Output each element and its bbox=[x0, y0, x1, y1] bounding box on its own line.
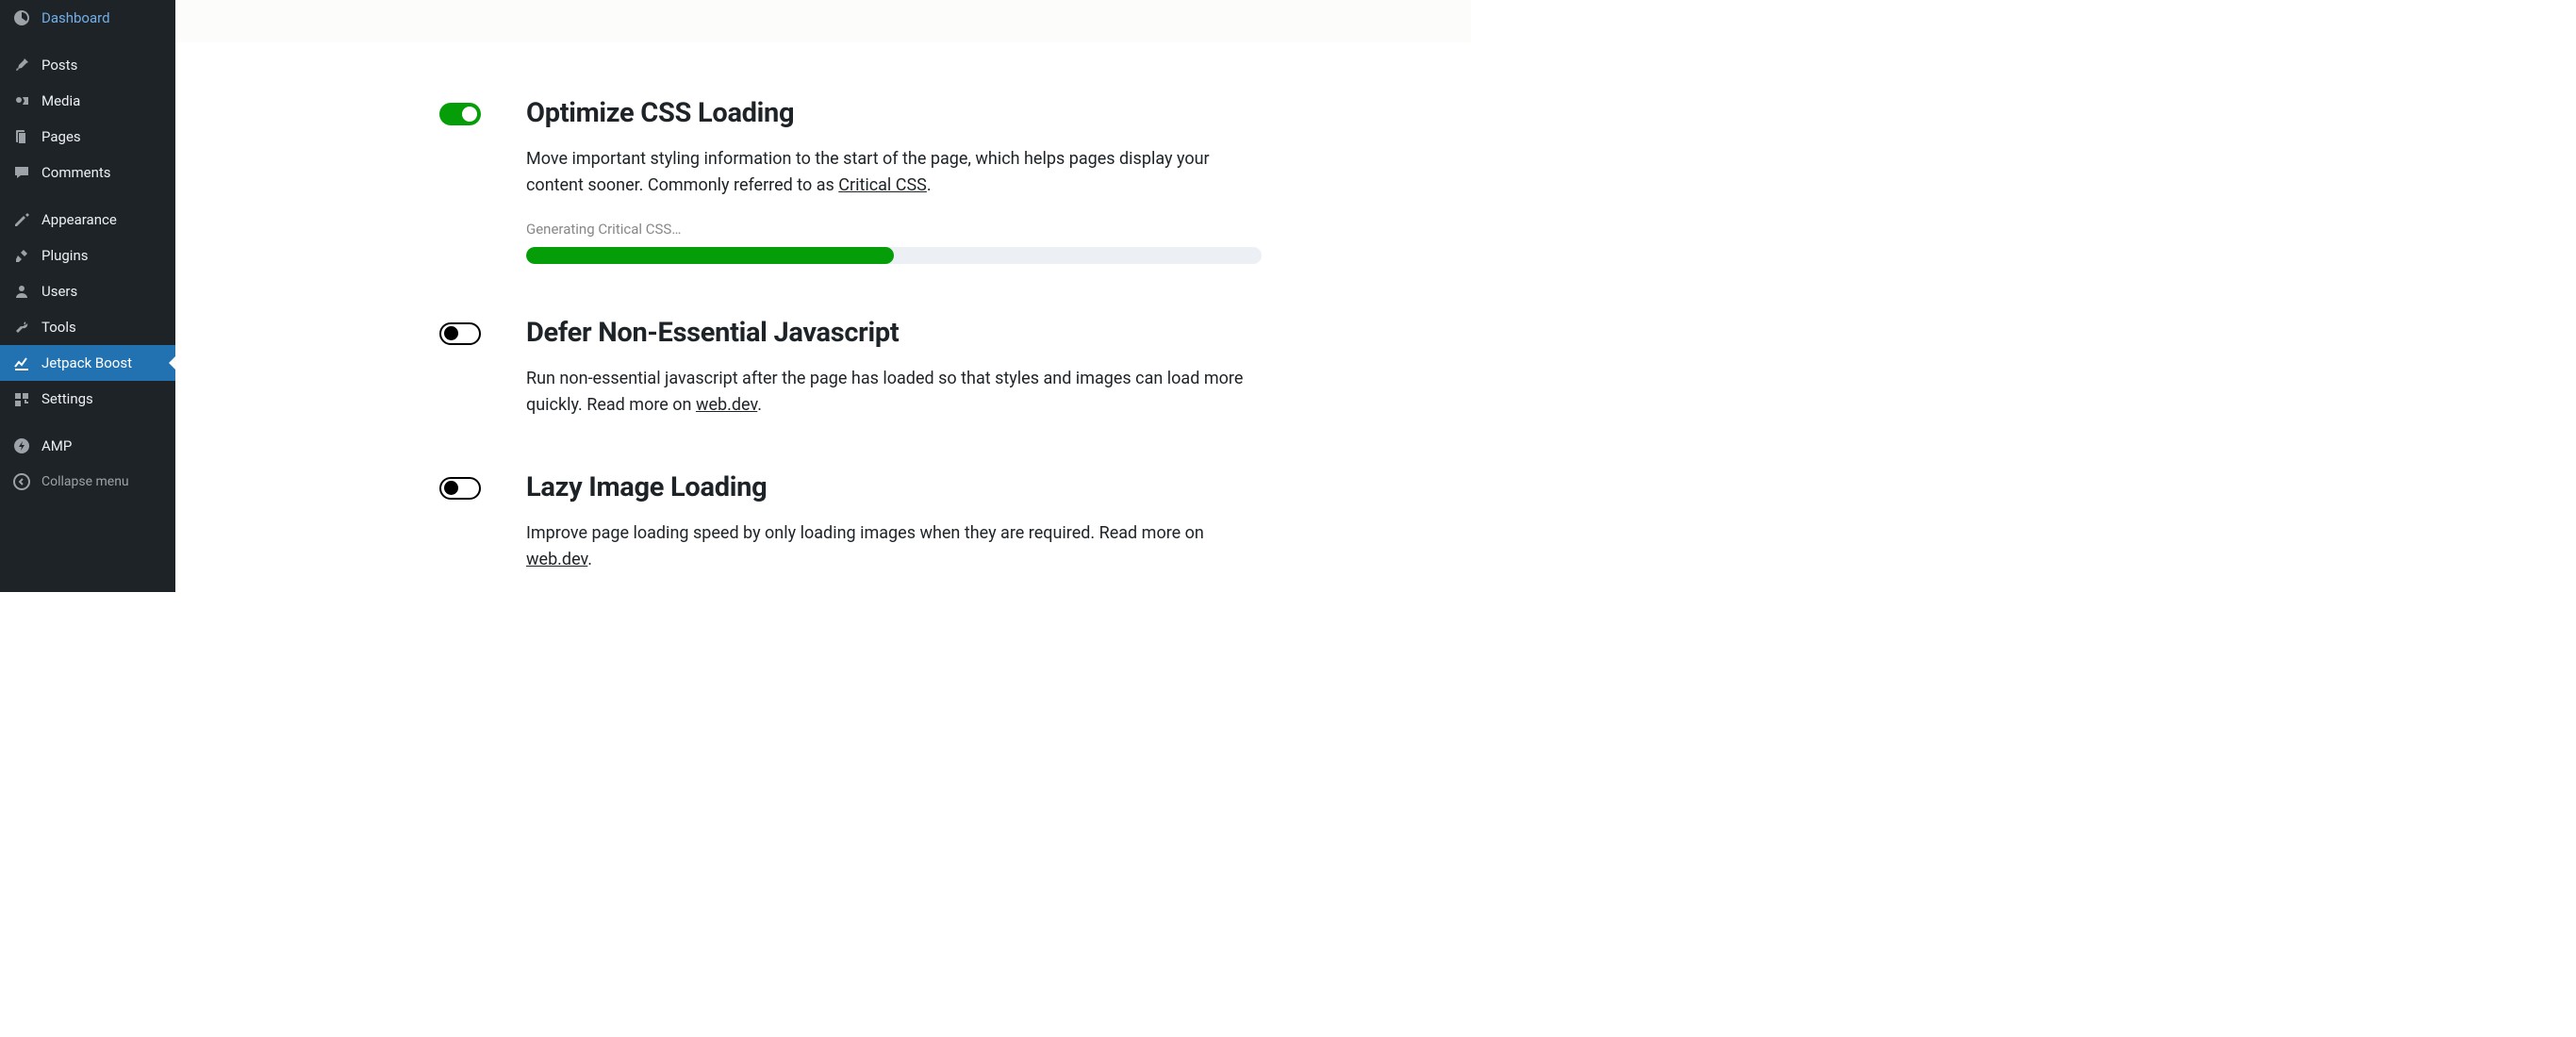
sidebar-item-label: Media bbox=[41, 92, 80, 109]
toggle-optimize-css[interactable] bbox=[439, 103, 481, 125]
pin-icon bbox=[11, 56, 32, 74]
progress-fill bbox=[526, 247, 894, 264]
sidebar-item-jetpack-boost[interactable]: Jetpack Boost bbox=[0, 345, 175, 381]
collapse-icon bbox=[11, 472, 32, 491]
sidebar-item-label: Dashboard bbox=[41, 9, 110, 26]
toggle-lazy-images[interactable] bbox=[439, 477, 481, 500]
sidebar-item-label: Settings bbox=[41, 390, 93, 407]
appearance-icon bbox=[11, 210, 32, 229]
sidebar-item-appearance[interactable]: Appearance bbox=[0, 202, 175, 238]
top-banner bbox=[175, 0, 1471, 42]
setting-description: Move important styling information to th… bbox=[526, 146, 1262, 199]
tools-icon bbox=[11, 318, 32, 337]
amp-icon bbox=[11, 436, 32, 455]
setting-lazy-images: Lazy Image Loading Improve page loading … bbox=[439, 471, 1433, 573]
setting-title: Optimize CSS Loading bbox=[526, 97, 1262, 129]
webdev-link[interactable]: web.dev bbox=[696, 395, 757, 415]
sidebar-item-amp[interactable]: AMP bbox=[0, 428, 175, 464]
toggle-defer-js[interactable] bbox=[439, 322, 481, 345]
sidebar-item-label: Users bbox=[41, 283, 77, 300]
sidebar-item-label: Pages bbox=[41, 128, 81, 145]
sidebar-item-collapse-menu[interactable]: Collapse menu bbox=[0, 464, 175, 500]
sidebar-item-label: Comments bbox=[41, 164, 111, 181]
pages-icon bbox=[11, 127, 32, 146]
sidebar-item-dashboard[interactable]: Dashboard bbox=[0, 0, 175, 36]
sidebar-item-label: Jetpack Boost bbox=[41, 354, 132, 371]
sidebar-item-tools[interactable]: Tools bbox=[0, 309, 175, 345]
admin-sidebar: Dashboard Posts Media Pages Comment bbox=[0, 0, 175, 592]
setting-description: Run non-essential javascript after the p… bbox=[526, 366, 1262, 419]
sidebar-item-posts[interactable]: Posts bbox=[0, 47, 175, 83]
chart-line-icon bbox=[11, 354, 32, 372]
comments-icon bbox=[11, 163, 32, 182]
setting-defer-js: Defer Non-Essential Javascript Run non-e… bbox=[439, 317, 1433, 419]
sidebar-item-pages[interactable]: Pages bbox=[0, 119, 175, 155]
plugins-icon bbox=[11, 246, 32, 265]
users-icon bbox=[11, 282, 32, 301]
main-content: Optimize CSS Loading Move important styl… bbox=[175, 0, 1471, 592]
progress-bar bbox=[526, 247, 1262, 264]
sidebar-item-label: Plugins bbox=[41, 247, 88, 264]
setting-optimize-css: Optimize CSS Loading Move important styl… bbox=[439, 97, 1433, 265]
settings-icon bbox=[11, 389, 32, 408]
media-icon bbox=[11, 91, 32, 110]
sidebar-item-comments[interactable]: Comments bbox=[0, 155, 175, 190]
sidebar-item-label: Tools bbox=[41, 319, 76, 336]
sidebar-item-label: Appearance bbox=[41, 211, 117, 228]
webdev-link[interactable]: web.dev bbox=[526, 550, 587, 569]
progress-label: Generating Critical CSS… bbox=[526, 221, 1262, 238]
setting-title: Lazy Image Loading bbox=[526, 471, 1262, 503]
sidebar-item-media[interactable]: Media bbox=[0, 83, 175, 119]
sidebar-item-settings[interactable]: Settings bbox=[0, 381, 175, 417]
setting-title: Defer Non-Essential Javascript bbox=[526, 317, 1262, 349]
dashboard-icon bbox=[11, 8, 32, 27]
sidebar-item-label: Collapse menu bbox=[41, 474, 129, 489]
sidebar-item-label: AMP bbox=[41, 437, 72, 454]
sidebar-item-label: Posts bbox=[41, 57, 77, 74]
setting-description: Improve page loading speed by only loadi… bbox=[526, 520, 1262, 573]
critical-css-link[interactable]: Critical CSS bbox=[838, 175, 927, 195]
sidebar-item-plugins[interactable]: Plugins bbox=[0, 238, 175, 273]
sidebar-item-users[interactable]: Users bbox=[0, 273, 175, 309]
